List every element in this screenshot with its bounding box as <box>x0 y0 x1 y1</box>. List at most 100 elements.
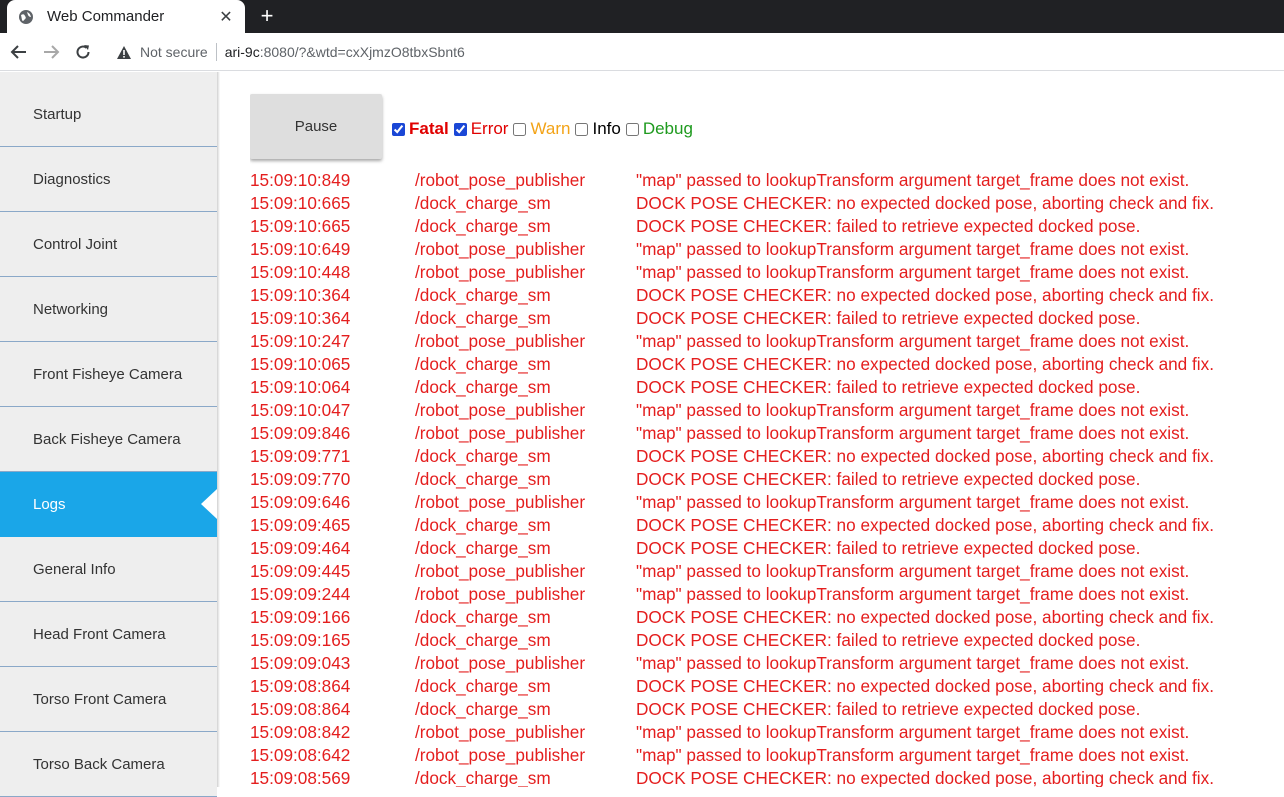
forward-arrow-icon[interactable] <box>39 40 63 64</box>
log-time: 15:09:08:569 <box>250 768 351 787</box>
log-row: 15:09:10:849/robot_pose_publisher "map" p… <box>250 169 1284 192</box>
log-node: /robot_pose_publisher <box>415 722 586 742</box>
warning-icon[interactable] <box>116 44 132 60</box>
sidebar-item-label: General Info <box>33 560 116 578</box>
url-path: :8080/?&wtd=cxXjmzO8tbxSbnt6 <box>259 44 465 60</box>
log-row: 15:09:08:864/dock_charge_sm DOCK POSE CHE… <box>250 698 1284 721</box>
sidebar-item-label: Diagnostics <box>33 170 111 188</box>
error-checkbox[interactable] <box>453 122 467 136</box>
log-node: /dock_charge_sm <box>415 446 551 466</box>
log-row: 15:09:09:465/dock_charge_sm DOCK POSE CHE… <box>250 514 1284 537</box>
filter-label: Info <box>592 119 621 138</box>
filter-info[interactable]: Info <box>575 119 621 139</box>
log-node: /robot_pose_publisher <box>415 331 586 351</box>
log-node: /dock_charge_sm <box>415 630 551 650</box>
log-time: 15:09:09:166 <box>250 607 351 627</box>
filter-label: Debug <box>642 119 693 138</box>
log-node: /dock_charge_sm <box>415 216 551 236</box>
info-checkbox[interactable] <box>575 122 589 136</box>
pause-button[interactable]: Pause <box>250 94 382 159</box>
log-row: 15:09:10:649/robot_pose_publisher "map" p… <box>250 238 1284 261</box>
log-row: 15:09:10:448/robot_pose_publisher "map" p… <box>250 261 1284 284</box>
log-message: "map" passed to lookupTransform argument… <box>636 239 1190 259</box>
log-row: 15:09:10:064/dock_charge_sm DOCK POSE CHE… <box>250 376 1284 399</box>
address-bar[interactable]: Not secure ari-9c:8080/?&wtd=cxXjmzO8tbx… <box>106 37 1284 67</box>
sidebar-item-torso-front-camera[interactable]: Torso Front Camera <box>0 667 217 732</box>
log-message: "map" passed to lookupTransform argument… <box>636 745 1190 765</box>
log-row: 15:09:08:569/dock_charge_sm DOCK POSE CHE… <box>250 767 1284 787</box>
log-row: 15:09:09:771/dock_charge_sm DOCK POSE CHE… <box>250 445 1284 468</box>
log-time: 15:09:09:465 <box>250 515 351 535</box>
sidebar-item-label: Control Joint <box>33 235 118 253</box>
reload-icon[interactable] <box>71 40 95 64</box>
log-row: 15:09:10:247/robot_pose_publisher "map" p… <box>250 330 1284 353</box>
sidebar-divider <box>217 72 220 787</box>
sidebar-item-label: Logs <box>33 495 66 513</box>
sidebar-item-head-front-camera[interactable]: Head Front Camera <box>0 602 217 667</box>
log-message: DOCK POSE CHECKER: no expected docked po… <box>636 607 1214 627</box>
log-node: /robot_pose_publisher <box>415 492 586 512</box>
logs-panel: Pause Fatal Error Warn Info Debug 15:09:… <box>250 72 1284 787</box>
sidebar-item-startup[interactable]: Startup <box>0 82 217 147</box>
filter-fatal[interactable]: Fatal <box>392 119 449 139</box>
warn-checkbox[interactable] <box>513 122 527 136</box>
log-time: 15:09:09:043 <box>250 653 351 673</box>
debug-checkbox[interactable] <box>625 122 639 136</box>
browser-toolbar: Not secure ari-9c:8080/?&wtd=cxXjmzO8tbx… <box>0 33 1284 71</box>
log-message: DOCK POSE CHECKER: no expected docked po… <box>636 193 1214 213</box>
sidebar-item-label: Startup <box>33 105 82 123</box>
log-row: 15:09:09:166/dock_charge_sm DOCK POSE CHE… <box>250 606 1284 629</box>
log-row: 15:09:09:445/robot_pose_publisher "map" p… <box>250 560 1284 583</box>
log-message: "map" passed to lookupTransform argument… <box>636 423 1190 443</box>
log-message: "map" passed to lookupTransform argument… <box>636 561 1190 581</box>
sidebar-item-logs[interactable]: Logs <box>0 472 217 537</box>
log-list: 15:09:10:849/robot_pose_publisher "map" p… <box>250 169 1284 787</box>
log-time: 15:09:08:642 <box>250 745 351 765</box>
log-message: DOCK POSE CHECKER: failed to retrieve ex… <box>636 538 1141 558</box>
sidebar-item-control-joint[interactable]: Control Joint <box>0 212 217 277</box>
log-time: 15:09:10:849 <box>250 170 351 190</box>
sidebar-item-front-fisheye-camera[interactable]: Front Fisheye Camera <box>0 342 217 407</box>
log-node: /dock_charge_sm <box>415 676 551 696</box>
log-message: "map" passed to lookupTransform argument… <box>636 492 1190 512</box>
log-message: "map" passed to lookupTransform argument… <box>636 331 1190 351</box>
log-node: /robot_pose_publisher <box>415 170 586 190</box>
new-tab-icon[interactable]: + <box>255 3 279 28</box>
filter-warn[interactable]: Warn <box>513 119 570 139</box>
web-commander-page: Startup Diagnostics Control Joint Networ… <box>0 72 1284 797</box>
log-node: /dock_charge_sm <box>415 354 551 374</box>
close-icon[interactable]: ✕ <box>216 7 236 27</box>
log-node: /dock_charge_sm <box>415 193 551 213</box>
log-time: 15:09:09:771 <box>250 446 351 466</box>
sidebar-item-diagnostics[interactable]: Diagnostics <box>0 147 217 212</box>
log-node: /robot_pose_publisher <box>415 561 586 581</box>
fatal-checkbox[interactable] <box>392 122 405 136</box>
log-row: 15:09:09:464/dock_charge_sm DOCK POSE CHE… <box>250 537 1284 560</box>
log-row: 15:09:10:065/dock_charge_sm DOCK POSE CHE… <box>250 353 1284 376</box>
log-node: /dock_charge_sm <box>415 377 551 397</box>
log-message: "map" passed to lookupTransform argument… <box>636 653 1190 673</box>
log-time: 15:09:09:445 <box>250 561 351 581</box>
log-node: /dock_charge_sm <box>415 285 551 305</box>
browser-tab[interactable]: Web Commander ✕ <box>7 0 245 33</box>
sidebar-item-torso-back-camera[interactable]: Torso Back Camera <box>0 732 217 797</box>
log-message: DOCK POSE CHECKER: no expected docked po… <box>636 515 1214 535</box>
log-node: /dock_charge_sm <box>415 607 551 627</box>
log-time: 15:09:08:842 <box>250 722 351 742</box>
log-node: /dock_charge_sm <box>415 699 551 719</box>
sidebar-item-label: Torso Back Camera <box>33 755 165 773</box>
log-row: 15:09:10:364/dock_charge_sm DOCK POSE CHE… <box>250 284 1284 307</box>
sidebar-item-networking[interactable]: Networking <box>0 277 217 342</box>
log-time: 15:09:10:247 <box>250 331 351 351</box>
log-node: /dock_charge_sm <box>415 469 551 489</box>
sidebar-item-back-fisheye-camera[interactable]: Back Fisheye Camera <box>0 407 217 472</box>
filter-debug[interactable]: Debug <box>625 119 693 139</box>
back-arrow-icon[interactable] <box>7 40 31 64</box>
log-node: /robot_pose_publisher <box>415 423 586 443</box>
log-node: /robot_pose_publisher <box>415 745 586 765</box>
log-message: "map" passed to lookupTransform argument… <box>636 170 1190 190</box>
log-time: 15:09:09:646 <box>250 492 351 512</box>
filter-error[interactable]: Error <box>453 119 508 139</box>
log-message: "map" passed to lookupTransform argument… <box>636 400 1190 420</box>
sidebar-item-general-info[interactable]: General Info <box>0 537 217 602</box>
